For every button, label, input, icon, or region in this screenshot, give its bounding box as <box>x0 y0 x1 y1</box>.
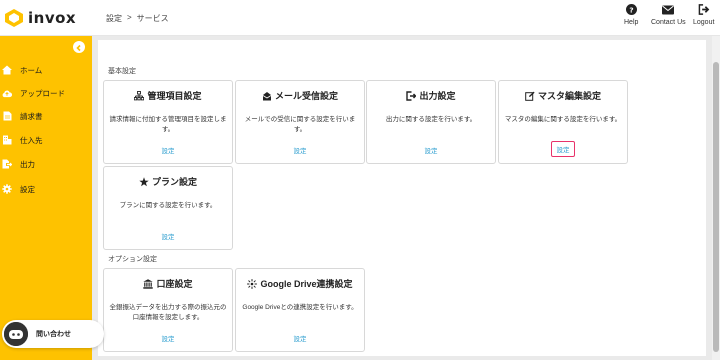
mail-icon <box>262 91 272 100</box>
sidebar: ホーム アップロード 請求書 仕入先 出力 設定 <box>0 36 92 360</box>
card-settings-link[interactable]: 設定 <box>104 231 232 241</box>
gear-icon <box>2 184 12 194</box>
building-icon <box>2 135 12 145</box>
contact-us-button[interactable]: Contact Us <box>651 4 686 26</box>
card-settings-link[interactable]: 設定 <box>236 145 364 155</box>
export-icon <box>2 159 12 169</box>
card-bank-account: 口座設定 全銀振込データを出力する際の振込元の口座情報を設定します。 設定 <box>103 268 233 352</box>
card-title: マスタ編集設定 <box>537 91 601 101</box>
sidebar-item-output[interactable]: 出力 <box>0 153 92 175</box>
home-icon <box>2 65 12 75</box>
card-description: メールでの受信に関する設定を行います。 <box>244 116 356 133</box>
scrollbar-thumb[interactable] <box>713 62 719 352</box>
collapse-sidebar-button[interactable] <box>73 41 85 53</box>
card-description: プランに関する設定を行います。 <box>119 202 217 209</box>
edit-icon <box>525 91 535 101</box>
card-title: メール受信設定 <box>274 91 338 101</box>
breadcrumb-separator: > <box>127 13 132 22</box>
section-option-label: オプション設定 <box>108 256 157 263</box>
logout-button[interactable]: Logout <box>693 4 714 26</box>
contact-support-button[interactable]: 問い合わせ <box>2 320 104 348</box>
logout-label: Logout <box>693 19 715 26</box>
card-title: プラン設定 <box>151 177 197 187</box>
breadcrumb-current: サービス <box>136 14 169 23</box>
contact-support-label: 問い合わせ <box>36 331 71 338</box>
card-settings-link[interactable]: 設定 <box>367 145 495 155</box>
help-icon: ? <box>625 4 637 15</box>
card-settings-link-highlighted[interactable]: 設定 <box>551 141 575 157</box>
card-title: 出力設定 <box>419 91 456 101</box>
sidebar-item-home[interactable]: ホーム <box>0 59 92 81</box>
card-description: Google Driveとの連携設定を行います。 <box>242 304 358 311</box>
vertical-scrollbar[interactable] <box>712 36 720 360</box>
star-icon <box>139 176 149 186</box>
sidebar-item-settings[interactable]: 設定 <box>0 178 92 200</box>
sidebar-item-label: 請求書 <box>20 111 43 121</box>
sidebar-item-upload[interactable]: アップロード <box>0 82 92 104</box>
section-basic-label: 基本設定 <box>108 68 136 75</box>
document-icon <box>2 111 12 121</box>
card-plan: プラン設定 プランに関する設定を行います。 設定 <box>103 166 233 250</box>
card-management-items: 管理項目設定 請求情報に付加する管理項目を設定します。 設定 <box>103 80 233 164</box>
card-settings-link[interactable]: 設定 <box>236 333 364 343</box>
sidebar-item-suppliers[interactable]: 仕入先 <box>0 129 92 151</box>
main-content: 基本設定 管理項目設定 請求情報に付加する管理項目を設定します。 設定 メール受… <box>92 36 720 360</box>
sidebar-item-invoice[interactable]: 請求書 <box>0 105 92 127</box>
bank-icon <box>143 278 154 289</box>
card-mail-receive: メール受信設定 メールでの受信に関する設定を行います。 設定 <box>235 80 365 164</box>
logo-text: invox <box>28 9 77 27</box>
svg-text:?: ? <box>629 5 633 14</box>
chat-bot-icon <box>4 322 28 346</box>
envelope-icon <box>662 5 675 15</box>
sidebar-item-label: 出力 <box>20 159 35 169</box>
sitemap-icon <box>134 90 145 100</box>
logo-icon <box>3 8 25 28</box>
sidebar-item-label: 設定 <box>20 184 35 194</box>
card-description: 請求情報に付加する管理項目を設定します。 <box>109 116 227 133</box>
card-settings-link[interactable]: 設定 <box>104 145 232 155</box>
card-output: 出力設定 出力に関する設定を行います。 設定 <box>366 80 496 164</box>
card-description: 出力に関する設定を行います。 <box>385 116 477 123</box>
card-master-edit: マスタ編集設定 マスタの編集に関する設定を行います。 設定 <box>498 80 628 164</box>
contact-us-label: Contact Us <box>651 19 686 26</box>
logout-icon <box>698 4 709 15</box>
chevron-left-icon <box>76 44 81 52</box>
card-title: 口座設定 <box>156 279 193 289</box>
breadcrumb: 設定 > サービス <box>106 13 169 24</box>
top-header: invox 設定 > サービス ? Help Contact Us Logout <box>0 0 720 36</box>
card-settings-link[interactable]: 設定 <box>104 333 232 343</box>
card-title: Google Drive連携設定 <box>260 279 353 289</box>
card-description: マスタの編集に関する設定を行います。 <box>504 116 622 123</box>
export-icon <box>406 90 417 101</box>
help-button[interactable]: ? Help <box>624 4 638 26</box>
card-description: 全銀振込データを出力する際の振込元の口座情報を設定します。 <box>109 304 227 321</box>
sidebar-item-label: アップロード <box>20 88 65 98</box>
card-title: 管理項目設定 <box>147 91 202 101</box>
breadcrumb-root[interactable]: 設定 <box>106 13 122 24</box>
sidebar-item-label: 仕入先 <box>20 135 43 145</box>
card-google-drive: Google Drive連携設定 Google Driveとの連携設定を行います… <box>235 268 365 352</box>
app-logo[interactable]: invox <box>3 8 76 28</box>
settings-panel: 基本設定 管理項目設定 請求情報に付加する管理項目を設定します。 設定 メール受… <box>98 40 706 356</box>
sparkle-icon <box>247 278 258 289</box>
cloud-upload-icon <box>2 88 12 98</box>
sidebar-item-label: ホーム <box>20 65 43 75</box>
help-label: Help <box>624 19 639 26</box>
